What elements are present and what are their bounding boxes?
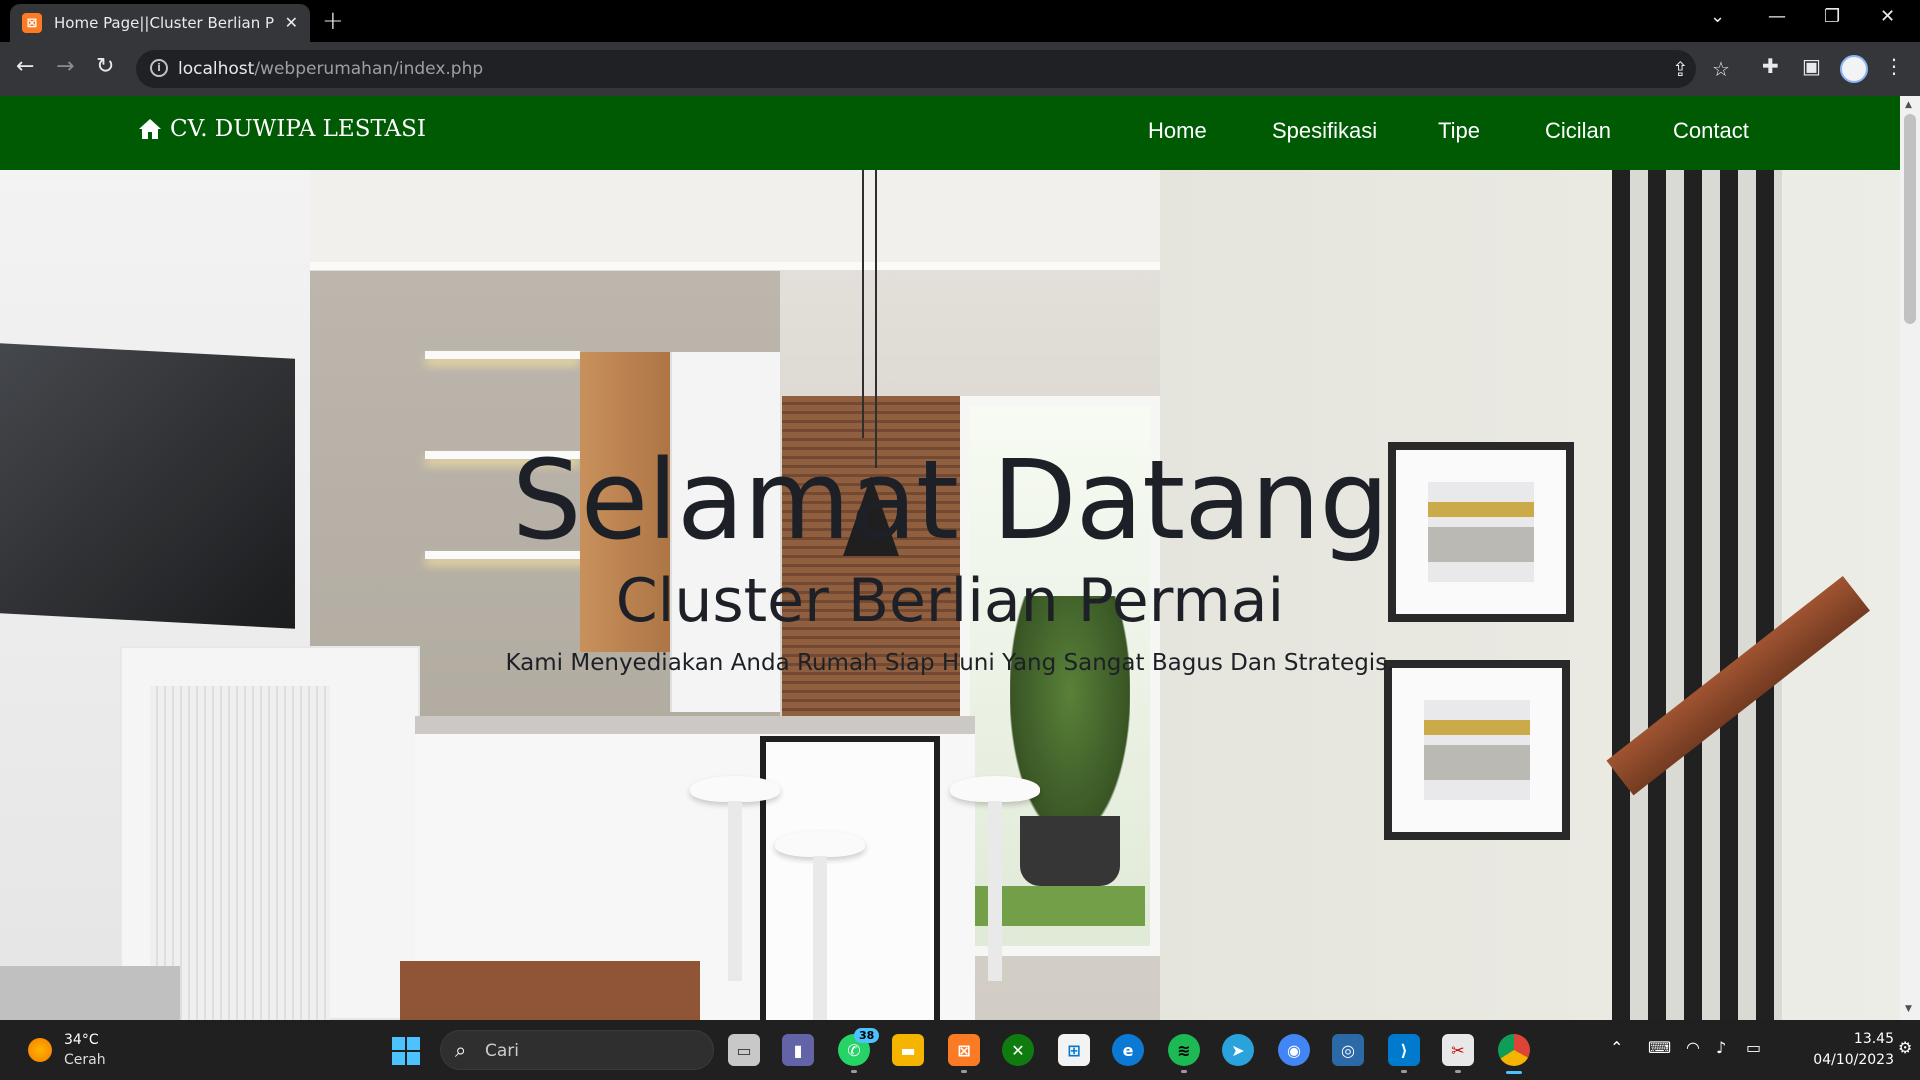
notification-icon[interactable]: ⚙ (1898, 1038, 1912, 1057)
profile-avatar[interactable] (1840, 55, 1868, 83)
back-arrow-icon[interactable]: ← (16, 54, 34, 79)
spotify-icon[interactable]: ≋ (1168, 1034, 1200, 1073)
microsoft-store-icon[interactable]: ⊞ (1058, 1034, 1090, 1066)
extensions-icon[interactable]: ✚ (1762, 54, 1779, 78)
browser-toolbar: ← → ↻ i localhost/webperumahan/index.php… (0, 42, 1920, 96)
hero-tagline: Kami Menyediakan Anda Rumah Siap Huni Ya… (505, 650, 1395, 676)
taskbar-search-placeholder: Cari (485, 1041, 519, 1061)
scroll-up-icon[interactable]: ▲ (1905, 100, 1912, 110)
windows-taskbar: 34°C Cerah ⌕ Cari ▭ ▮ ✆ 38 ▬ ⊠ ✕ ⊞ e ≋ ➤… (0, 1020, 1920, 1080)
android-studio-icon[interactable]: ◎ (1332, 1034, 1364, 1066)
brand-link[interactable]: CV. DUWIPA LESTASI (138, 116, 426, 142)
show-hidden-icons-icon[interactable]: ⌃ (1610, 1038, 1623, 1057)
side-panel-icon[interactable]: ▣ (1802, 54, 1821, 78)
nav-tipe[interactable]: Tipe (1438, 118, 1480, 144)
edge-icon[interactable]: e (1112, 1034, 1144, 1066)
xbox-icon[interactable]: ✕ (1002, 1034, 1034, 1066)
taskbar-search[interactable]: ⌕ Cari (440, 1030, 714, 1070)
close-window-icon[interactable]: ✕ (1880, 6, 1895, 27)
restore-icon[interactable]: ❐ (1824, 6, 1840, 27)
weather-description[interactable]: Cerah (64, 1052, 106, 1068)
volume-icon[interactable]: ♪ (1716, 1038, 1726, 1057)
telegram-icon[interactable]: ➤ (1222, 1034, 1254, 1066)
page-viewport: CV. DUWIPA LESTASI Home Spesifikasi Tipe… (0, 96, 1920, 1020)
chromium-icon[interactable]: ◉ (1278, 1034, 1310, 1066)
nav-cicilan[interactable]: Cicilan (1545, 118, 1611, 144)
tab-close-icon[interactable]: ✕ (285, 13, 298, 32)
sun-weather-icon[interactable] (28, 1038, 52, 1062)
page-scrollbar[interactable]: ▲ ▼ (1900, 96, 1920, 1020)
browser-tab[interactable]: ⊠ Home Page||Cluster Berlian Permai ✕ (10, 4, 310, 42)
battery-icon[interactable]: ▭ (1746, 1038, 1761, 1057)
star-icon[interactable]: ☆ (1712, 57, 1730, 81)
teams-chat-icon[interactable]: ▮ (782, 1034, 814, 1066)
clock-time[interactable]: 13.45 (1838, 1031, 1894, 1047)
info-icon[interactable]: i (150, 59, 168, 77)
new-tab-icon[interactable]: + (322, 6, 344, 36)
home-icon (139, 119, 161, 139)
wifi-icon[interactable]: ◠ (1686, 1038, 1700, 1057)
vscode-icon[interactable]: ⟩ (1388, 1034, 1420, 1073)
whatsapp-badge: 38 (854, 1028, 880, 1043)
site-navbar: CV. DUWIPA LESTASI Home Spesifikasi Tipe… (0, 96, 1900, 170)
chrome-icon[interactable] (1498, 1034, 1530, 1074)
task-view-icon[interactable]: ▭ (728, 1034, 760, 1066)
nav-home[interactable]: Home (1148, 118, 1207, 144)
scroll-down-icon[interactable]: ▼ (1905, 1004, 1912, 1014)
clock-date[interactable]: 04/10/2023 (1788, 1052, 1894, 1068)
nav-spesifikasi[interactable]: Spesifikasi (1272, 118, 1377, 144)
windows-start-icon[interactable] (392, 1037, 420, 1065)
file-explorer-icon[interactable]: ▬ (892, 1034, 924, 1066)
browser-tab-strip: ⊠ Home Page||Cluster Berlian Permai ✕ + … (0, 0, 1920, 42)
brand-name: CV. DUWIPA LESTASI (170, 116, 426, 142)
forward-arrow-icon[interactable]: → (56, 54, 74, 79)
minimize-icon[interactable]: — (1768, 6, 1786, 27)
snipping-tool-icon[interactable]: ✂ (1442, 1034, 1474, 1073)
share-icon[interactable]: ⇪ (1672, 57, 1689, 81)
xampp-icon[interactable]: ⊠ (948, 1034, 980, 1073)
hero-subtitle: Cluster Berlian Permai (615, 566, 1285, 636)
tab-search-icon[interactable]: ⌄ (1710, 6, 1725, 27)
scroll-thumb[interactable] (1904, 114, 1916, 324)
xampp-favicon-icon: ⊠ (22, 13, 42, 33)
hero-title: Selamat Datang (511, 436, 1389, 564)
nav-contact[interactable]: Contact (1673, 118, 1749, 144)
keyboard-icon[interactable]: ⌨ (1648, 1038, 1671, 1057)
weather-temperature[interactable]: 34°C (64, 1032, 99, 1048)
url-text[interactable]: localhost/webperumahan/index.php (178, 59, 483, 79)
search-icon: ⌕ (455, 1038, 467, 1062)
address-bar[interactable]: i localhost/webperumahan/index.php ⇪ ☆ (136, 50, 1730, 88)
menu-dots-icon[interactable]: ⋮ (1884, 54, 1904, 78)
reload-icon[interactable]: ↻ (96, 54, 114, 79)
tab-title: Home Page||Cluster Berlian Permai (54, 14, 274, 32)
